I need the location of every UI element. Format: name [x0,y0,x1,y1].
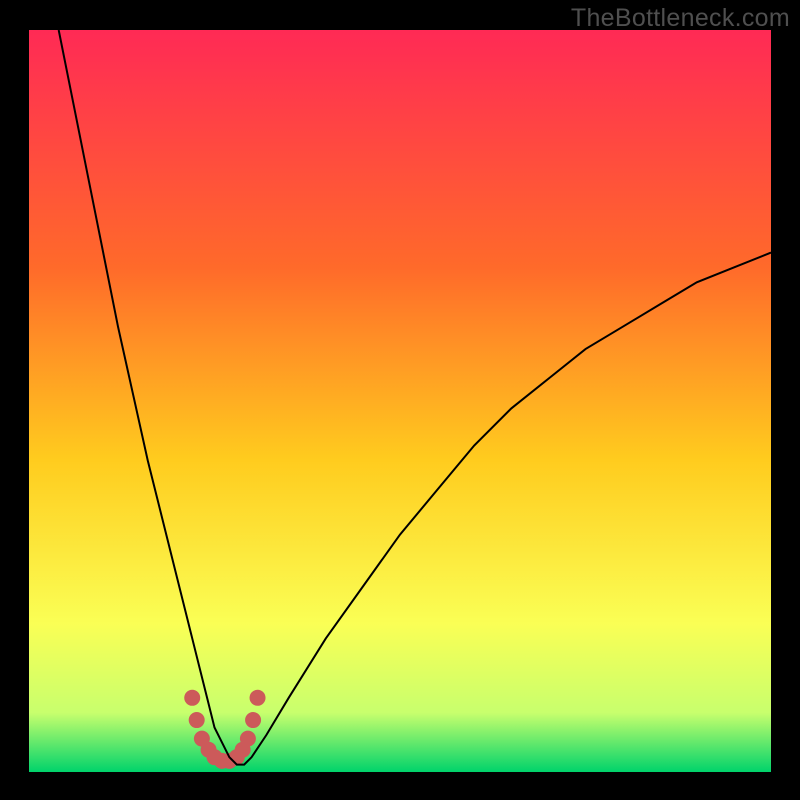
highlight-marker [245,712,261,728]
highlight-marker [250,690,266,706]
watermark-text: TheBottleneck.com [571,4,790,33]
bottleneck-chart [0,0,800,800]
highlight-marker [189,712,205,728]
chart-frame: TheBottleneck.com [0,0,800,800]
highlight-marker [184,690,200,706]
highlight-marker [240,731,256,747]
plot-background-gradient [29,30,771,772]
